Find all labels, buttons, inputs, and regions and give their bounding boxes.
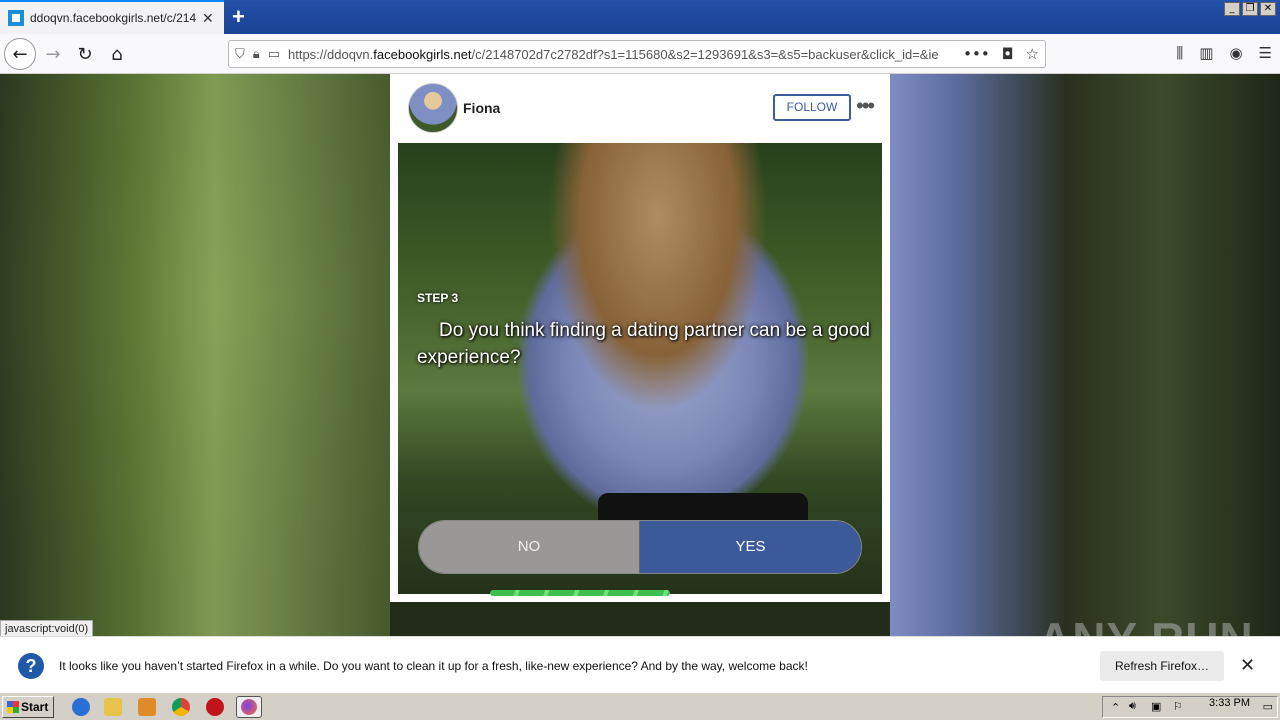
show-desktop-icon[interactable]: ▭	[1263, 700, 1273, 713]
clock: 3:33 PM	[1209, 697, 1250, 709]
windows-logo-icon	[7, 701, 19, 713]
back-button[interactable]: ←	[4, 38, 36, 70]
profile-card: Fiona FOLLOW ••• STEP 3 Do you think fin…	[390, 74, 890, 602]
restore-button[interactable]: ❐	[1242, 2, 1258, 16]
url-prefix: https://ddoqvn.	[287, 46, 374, 62]
ie-icon[interactable]	[72, 698, 90, 716]
notification-close-icon[interactable]: ✕	[1240, 655, 1255, 676]
page-actions-icon[interactable]: •••	[963, 45, 990, 63]
forward-button[interactable]: →	[38, 39, 68, 69]
url-domain: facebookgirls.net	[373, 46, 472, 62]
forward-arrow-icon: →	[45, 43, 61, 65]
tray-expand-icon[interactable]: ⌃	[1111, 701, 1120, 714]
account-icon[interactable]: ◉	[1229, 44, 1242, 62]
flag-icon[interactable]: ⚐	[1173, 700, 1183, 713]
network-icon[interactable]: ▣	[1151, 700, 1161, 713]
step-label: STEP 3	[417, 291, 459, 305]
yes-button[interactable]: YES	[639, 521, 861, 573]
tab-title: ddoqvn.facebookgirls.net/c/2148702d7c278…	[30, 11, 196, 25]
refresh-firefox-button[interactable]: Refresh Firefox…	[1100, 651, 1224, 681]
library-icon[interactable]: ⫼	[1176, 44, 1183, 62]
media-player-icon[interactable]	[138, 698, 156, 716]
opera-icon[interactable]	[206, 698, 224, 716]
home-button[interactable]: ⌂	[102, 39, 132, 69]
avatar[interactable]	[408, 83, 458, 133]
profile-photo: STEP 3 Do you think finding a dating par…	[398, 143, 882, 594]
background-image-left	[0, 74, 390, 636]
no-button[interactable]: NO	[419, 521, 639, 573]
back-arrow-icon: ←	[12, 43, 28, 65]
start-label: Start	[21, 700, 49, 714]
minimize-button[interactable]: _	[1224, 2, 1240, 16]
reload-icon: ↻	[77, 43, 93, 65]
firefox-taskbar-button[interactable]	[236, 696, 262, 718]
url-text[interactable]: https://ddoqvn.facebookgirls.net/c/21487…	[288, 47, 948, 62]
reload-button[interactable]: ↻	[70, 39, 100, 69]
notification-message: It looks like you haven’t started Firefo…	[59, 659, 808, 673]
progress-bar	[490, 590, 670, 596]
status-bar-link: javascript:void(0)	[0, 620, 94, 636]
site-favicon-icon	[8, 10, 24, 26]
menu-icon[interactable]: ☰	[1259, 44, 1272, 62]
follow-button[interactable]: FOLLOW	[773, 94, 851, 121]
folder-icon[interactable]	[104, 698, 122, 716]
page-content: Fiona FOLLOW ••• STEP 3 Do you think fin…	[0, 74, 1280, 636]
permissions-icon[interactable]: ▭	[268, 47, 280, 62]
volume-icon[interactable]: 🔊︎	[1129, 700, 1136, 713]
sidebar-icon[interactable]: ▥	[1199, 44, 1213, 62]
url-path: /c/2148702d7c2782df?s1=115680&s2=1293691…	[471, 46, 939, 62]
question-icon: ?	[18, 653, 44, 679]
question-text: Do you think finding a dating partner ca…	[417, 320, 870, 368]
taskbar: Start ⌃ 🔊︎ ▣ ⚐ ▭ 3:33 PM	[0, 692, 1280, 720]
navigation-bar: ← → ↻ ⌂ ⛉ 🔒︎ ▭ https://ddoqvn.facebookgi…	[0, 34, 1280, 74]
lock-icon[interactable]: 🔒︎	[253, 47, 260, 62]
url-bar[interactable]: ⛉ 🔒︎ ▭ https://ddoqvn.facebookgirls.net/…	[228, 40, 1046, 68]
home-icon: ⌂	[111, 43, 123, 65]
window-close-button[interactable]: ✕	[1260, 2, 1276, 16]
system-tray: ⌃ 🔊︎ ▣ ⚐ ▭	[1102, 696, 1278, 718]
browser-tab[interactable]: ddoqvn.facebookgirls.net/c/2148702d7c278…	[0, 0, 224, 34]
background-image-right	[890, 74, 1280, 636]
profile-username[interactable]: Fiona	[463, 100, 500, 116]
notification-bar: ? It looks like you haven’t started Fire…	[0, 636, 1280, 692]
more-options-icon[interactable]: •••	[856, 94, 875, 118]
window-controls: _ ❐ ✕	[1224, 2, 1276, 16]
tab-close-icon[interactable]: ✕	[202, 10, 214, 27]
url-actions: ••• ◘ ☆	[963, 45, 1039, 63]
answer-buttons: NO YES	[418, 520, 862, 574]
pocket-icon[interactable]: ◘	[1002, 45, 1014, 63]
chrome-icon[interactable]	[172, 698, 190, 716]
firefox-icon	[241, 699, 257, 715]
toolbar-right: ⫼ ▥ ◉ ☰	[1176, 44, 1272, 62]
shield-icon[interactable]: ⛉	[235, 47, 245, 62]
new-tab-button[interactable]: +	[232, 4, 245, 30]
bookmark-star-icon[interactable]: ☆	[1026, 45, 1039, 63]
start-button[interactable]: Start	[2, 696, 54, 718]
tab-bar: ddoqvn.facebookgirls.net/c/2148702d7c278…	[0, 0, 1280, 34]
